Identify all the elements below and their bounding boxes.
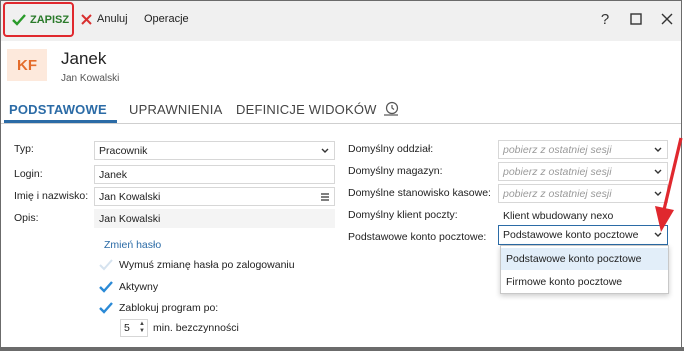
- warehouse-placeholder: pobierz z ostatniej sesji: [503, 166, 612, 178]
- mail-client-label: Domyślny klient poczty:: [348, 209, 458, 221]
- avatar: KF: [7, 49, 47, 81]
- login-input[interactable]: Janek: [94, 165, 335, 184]
- branch-placeholder: pobierz z ostatniej sesji: [503, 144, 612, 156]
- branch-label: Domyślny oddział:: [348, 143, 434, 155]
- dropdown-option[interactable]: Podstawowe konto pocztowe: [501, 248, 668, 270]
- tab-basic[interactable]: PODSTAWOWE: [9, 102, 107, 117]
- bottom-border: [0, 347, 684, 351]
- lock-label: Zablokuj program po:: [119, 302, 219, 314]
- cancel-label: Anuluj: [97, 13, 128, 25]
- description-value: Jan Kowalski: [99, 213, 161, 225]
- type-select[interactable]: Pracownik: [94, 141, 335, 160]
- window-frame: ZAPISZ Anuluj Operacje ? KF Janek Jan Ko…: [0, 0, 683, 349]
- tab-bar: PODSTAWOWE UPRAWNIENIA DEFINICJE WIDOKÓW: [1, 96, 681, 124]
- chevron-down-icon: [321, 148, 329, 153]
- mail-account-value: Podstawowe konto pocztowe: [503, 229, 639, 241]
- page-title: Janek: [61, 49, 107, 68]
- history-icon[interactable]: [382, 100, 400, 118]
- close-icon: [81, 13, 92, 25]
- close-window-button[interactable]: [659, 11, 675, 27]
- type-label: Typ:: [14, 143, 34, 155]
- fullname-value: Jan Kowalski: [99, 191, 161, 203]
- cancel-button[interactable]: Anuluj: [81, 1, 128, 37]
- description-label: Opis:: [14, 212, 39, 224]
- idle-minutes-stepper[interactable]: 5 ▲ ▼: [120, 319, 148, 337]
- menu-icon[interactable]: [320, 192, 330, 202]
- lock-checkbox[interactable]: [98, 300, 114, 316]
- description-field[interactable]: Jan Kowalski: [94, 209, 335, 228]
- maximize-button[interactable]: [628, 11, 644, 27]
- operations-button[interactable]: Operacje: [144, 1, 189, 37]
- force-change-checkbox[interactable]: [98, 257, 114, 273]
- tab-view-definitions[interactable]: DEFINICJE WIDOKÓW: [236, 102, 377, 117]
- mail-account-dropdown: Podstawowe konto pocztowe Firmowe konto …: [500, 245, 669, 294]
- help-label: ?: [600, 10, 610, 28]
- save-label: ZAPISZ: [30, 13, 70, 26]
- annotation-arrow: [655, 137, 683, 232]
- stepper-arrows-icon[interactable]: ▲ ▼: [139, 321, 145, 335]
- login-label: Login:: [14, 168, 43, 180]
- fullname-label: Imię i nazwisko:: [14, 190, 89, 202]
- active-label: Aktywny: [119, 281, 159, 293]
- fullname-input[interactable]: Jan Kowalski: [94, 187, 335, 206]
- idle-suffix-label: min. bezczynności: [153, 322, 239, 334]
- force-change-label: Wymuś zmianę hasła po zalogowaniu: [119, 259, 295, 271]
- toolbar: ZAPISZ Anuluj Operacje ?: [1, 1, 681, 41]
- record-header: KF Janek Jan Kowalski: [1, 41, 681, 93]
- maximize-icon: [630, 13, 642, 25]
- login-value: Janek: [99, 169, 128, 181]
- close-window-icon: [661, 13, 673, 25]
- help-button[interactable]: ?: [597, 10, 613, 28]
- station-placeholder: pobierz z ostatniej sesji: [503, 188, 612, 200]
- active-tab-indicator: [4, 120, 117, 123]
- station-label: Domyślne stanowisko kasowe:: [348, 187, 491, 199]
- save-button[interactable]: ZAPISZ: [3, 2, 74, 37]
- mail-client-value: Klient wbudowany nexo: [503, 210, 614, 222]
- active-checkbox[interactable]: [98, 279, 114, 295]
- change-password-link[interactable]: Zmień hasło: [104, 239, 161, 251]
- warehouse-label: Domyślny magazyn:: [348, 165, 443, 177]
- operations-label: Operacje: [144, 13, 189, 25]
- mail-account-label: Podstawowe konto pocztowe:: [348, 231, 487, 243]
- tab-permissions[interactable]: UPRAWNIENIA: [129, 102, 222, 117]
- page-subtitle: Jan Kowalski: [61, 73, 120, 84]
- idle-minutes-value: 5: [124, 322, 130, 334]
- dropdown-option[interactable]: Firmowe konto pocztowe: [501, 271, 668, 293]
- type-value: Pracownik: [99, 145, 148, 157]
- checkmark-icon: [12, 13, 26, 26]
